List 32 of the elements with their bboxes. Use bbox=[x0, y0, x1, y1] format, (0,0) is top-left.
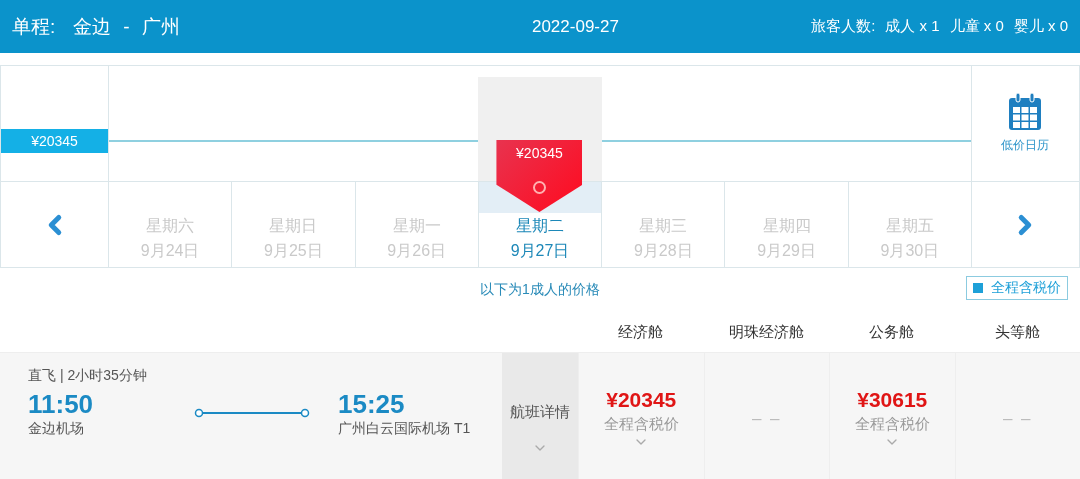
no-fare-text: – – bbox=[1002, 409, 1033, 429]
origin-city: 金边 bbox=[73, 14, 112, 39]
cabin-header: 头等舱 bbox=[994, 322, 1040, 342]
flight-summary: 直飞 | 2小时35分钟 bbox=[28, 367, 148, 385]
passenger-count: 儿童 x 0 bbox=[949, 17, 1004, 36]
low-price-calendar-link[interactable]: 低价日历 bbox=[1001, 137, 1050, 154]
tax-toggle[interactable]: 全程含税价 bbox=[966, 276, 1068, 300]
destination-city: 广州 bbox=[141, 14, 180, 39]
flight-details-button[interactable]: 航班详情 bbox=[502, 353, 578, 479]
trip-type: 单程: bbox=[12, 14, 56, 39]
axis-price-label: ¥20345 bbox=[1, 129, 108, 153]
passengers-label: 旅客人数: bbox=[811, 17, 876, 36]
fare-price[interactable]: ¥30615 bbox=[857, 388, 928, 412]
fare-note: 全程含税价 bbox=[603, 415, 679, 434]
depart-time: 11:50 bbox=[28, 389, 95, 420]
passenger-count: 婴儿 x 0 bbox=[1013, 17, 1068, 36]
checkbox[interactable] bbox=[973, 283, 983, 293]
cabin-header: 公务舱 bbox=[869, 322, 915, 342]
next-button[interactable] bbox=[971, 181, 1079, 267]
arrive-time: 15:25 bbox=[338, 389, 406, 420]
fare-note: 全程含税价 bbox=[854, 415, 930, 434]
depart-airport: 金边机场 bbox=[28, 420, 85, 438]
arrive-airport: 广州白云国际机场 T1 bbox=[338, 420, 472, 438]
route-separator: - bbox=[123, 15, 130, 38]
cabin-header: 明珠经济舱 bbox=[728, 322, 804, 342]
no-fare-text: – – bbox=[751, 409, 782, 429]
travel-date: 2022-09-27 bbox=[530, 16, 619, 37]
price-note: 以下为1成人的价格 bbox=[480, 281, 600, 299]
calendar-icon bbox=[1008, 93, 1043, 131]
passenger-count: 成人 x 1 bbox=[885, 17, 940, 36]
cabin-header: 经济舱 bbox=[618, 322, 664, 342]
fare-price[interactable]: ¥20345 bbox=[606, 388, 677, 412]
